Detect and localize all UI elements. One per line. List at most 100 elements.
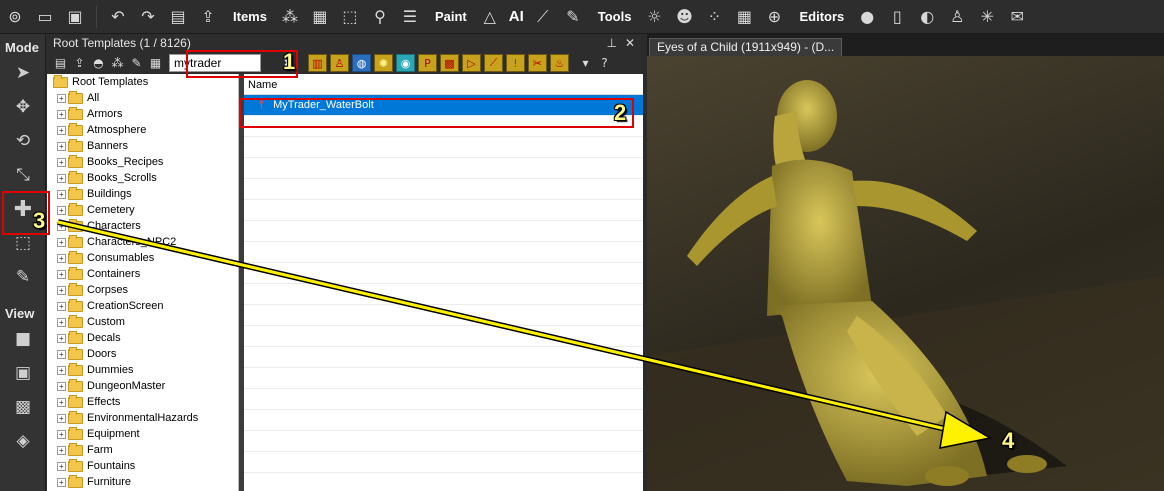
rotate-icon[interactable]: ⟲ bbox=[0, 124, 46, 158]
projectile-filter-icon[interactable]: P bbox=[418, 54, 437, 72]
characters-filter-icon[interactable]: ♙ bbox=[330, 54, 349, 72]
sun-icon[interactable]: ☼ bbox=[641, 4, 667, 30]
expand-icon[interactable]: + bbox=[57, 109, 66, 119]
tree-item[interactable]: + Characters_NPC2 bbox=[47, 234, 238, 250]
surface-filter-icon[interactable]: ✂ bbox=[528, 54, 547, 72]
expand-icon[interactable]: + bbox=[57, 269, 66, 279]
film-strip-icon[interactable]: ▦ bbox=[307, 4, 333, 30]
tools-menu[interactable]: Tools bbox=[598, 9, 632, 24]
tree-item[interactable]: + All bbox=[47, 90, 238, 106]
chat-icon[interactable]: ✉ bbox=[1004, 4, 1030, 30]
pin-icon[interactable]: ⊥ bbox=[606, 36, 616, 50]
tree-item[interactable]: + EnvironmentalHazards bbox=[47, 410, 238, 426]
tree-item[interactable]: + Atmosphere bbox=[47, 122, 238, 138]
molecule-icon[interactable]: ⁂ bbox=[108, 54, 127, 72]
scale-icon[interactable]: ⤡ bbox=[0, 158, 46, 192]
tree-item[interactable]: + Equipment bbox=[47, 426, 238, 442]
options-icon[interactable]: ▾ bbox=[576, 54, 595, 72]
crosshair-icon[interactable]: ⊕ bbox=[761, 4, 787, 30]
select-icon[interactable]: ➤ bbox=[0, 56, 46, 90]
expand-icon[interactable]: + bbox=[57, 381, 66, 391]
items-filter-icon[interactable]: ▥ bbox=[308, 54, 327, 72]
film-icon[interactable]: ▣ bbox=[62, 4, 88, 30]
expand-icon[interactable]: + bbox=[57, 477, 66, 487]
expand-icon[interactable]: + bbox=[57, 221, 66, 231]
tree-item[interactable]: + Cemetery bbox=[47, 202, 238, 218]
level-filter-icon[interactable]: ! bbox=[506, 54, 525, 72]
trigger-filter-icon[interactable]: ◉ bbox=[396, 54, 415, 72]
wire-cube-icon[interactable]: ▣ bbox=[0, 356, 46, 390]
tree-item[interactable]: + Consumables bbox=[47, 250, 238, 266]
tree-item[interactable]: + Books_Scrolls bbox=[47, 170, 238, 186]
dancer-icon[interactable]: ♙ bbox=[944, 4, 970, 30]
gamepad-icon[interactable]: ⊚ bbox=[2, 4, 28, 30]
export-icon[interactable]: ⇪ bbox=[195, 4, 221, 30]
items-menu[interactable]: Items bbox=[233, 9, 267, 24]
molecule-icon[interactable]: ⁂ bbox=[277, 4, 303, 30]
tree-item[interactable]: + Decals bbox=[47, 330, 238, 346]
expand-icon[interactable]: + bbox=[57, 461, 66, 471]
save-icon[interactable]: ▤ bbox=[51, 54, 70, 72]
search-icon[interactable]: ⚲ bbox=[367, 4, 393, 30]
expand-icon[interactable]: + bbox=[57, 365, 66, 375]
contrast-icon[interactable]: ◐ bbox=[914, 4, 940, 30]
edit-icon[interactable]: ✎ bbox=[0, 260, 46, 294]
expand-icon[interactable]: + bbox=[57, 141, 66, 151]
expand-icon[interactable]: + bbox=[57, 317, 66, 327]
expand-icon[interactable]: + bbox=[57, 301, 66, 311]
editors-menu[interactable]: Editors bbox=[799, 9, 844, 24]
texture-cube-icon[interactable]: ▩ bbox=[0, 390, 46, 424]
select-area-icon[interactable]: ⬚ bbox=[337, 4, 363, 30]
sphere-icon[interactable]: ● bbox=[854, 4, 880, 30]
tree-item[interactable]: + Farm bbox=[47, 442, 238, 458]
viewport-tab[interactable]: Eyes of a Child (1911x949) - (D... bbox=[649, 38, 843, 56]
tree-item[interactable]: + Characters bbox=[47, 218, 238, 234]
wrench-icon[interactable]: ✎ bbox=[127, 54, 146, 72]
expand-icon[interactable]: + bbox=[57, 429, 66, 439]
expand-icon[interactable]: + bbox=[57, 445, 66, 455]
column-header-name[interactable]: Name bbox=[244, 74, 643, 95]
burst-icon[interactable]: ✳ bbox=[974, 4, 1000, 30]
tree-item[interactable]: + Doors bbox=[47, 346, 238, 362]
export-icon[interactable]: ⇪ bbox=[70, 54, 89, 72]
expand-icon[interactable]: + bbox=[57, 253, 66, 263]
expand-icon[interactable]: + bbox=[57, 237, 66, 247]
expand-icon[interactable]: + bbox=[57, 285, 66, 295]
redo-icon[interactable]: ↷ bbox=[135, 4, 161, 30]
tree-item[interactable]: + Effects bbox=[47, 394, 238, 410]
camera-icon[interactable]: ▭ bbox=[32, 4, 58, 30]
solid-cube-icon[interactable]: ■ bbox=[0, 322, 46, 356]
tree-item[interactable]: + CreationScreen bbox=[47, 298, 238, 314]
lighting-cube-icon[interactable]: ◈ bbox=[0, 424, 46, 458]
expand-icon[interactable]: + bbox=[57, 93, 66, 103]
terrain-icon[interactable]: △ bbox=[477, 4, 503, 30]
expand-icon[interactable]: + bbox=[57, 157, 66, 167]
expand-icon[interactable]: + bbox=[57, 333, 66, 343]
fire-filter-icon[interactable]: ♨ bbox=[550, 54, 569, 72]
tree-item[interactable]: + Buildings bbox=[47, 186, 238, 202]
atmosphere-filter-icon[interactable]: ◍ bbox=[352, 54, 371, 72]
expand-icon[interactable]: + bbox=[57, 125, 66, 135]
ai-path-icon[interactable]: ⟋ bbox=[530, 4, 556, 30]
scene-render[interactable] bbox=[647, 56, 1164, 491]
brush-icon[interactable]: ✎ bbox=[560, 4, 586, 30]
grid-view-icon[interactable]: ▦ bbox=[146, 54, 165, 72]
lights-filter-icon[interactable]: ✺ bbox=[374, 54, 393, 72]
expand-icon[interactable]: + bbox=[57, 189, 66, 199]
tree-item[interactable]: + Furniture bbox=[47, 474, 238, 490]
tree-item[interactable]: + Containers bbox=[47, 266, 238, 282]
spline-filter-icon[interactable]: ⟋ bbox=[484, 54, 503, 72]
tree-item[interactable]: + Dummies bbox=[47, 362, 238, 378]
move-icon[interactable]: ✥ bbox=[0, 90, 46, 124]
expand-icon[interactable]: + bbox=[57, 173, 66, 183]
expand-icon[interactable]: + bbox=[57, 349, 66, 359]
decal-filter-icon[interactable]: ▷ bbox=[462, 54, 481, 72]
tree-item[interactable]: + Custom bbox=[47, 314, 238, 330]
ai-menu[interactable]: AI bbox=[509, 8, 524, 25]
tile-filter-icon[interactable]: ▩ bbox=[440, 54, 459, 72]
expand-icon[interactable]: + bbox=[57, 413, 66, 423]
tree-item[interactable]: + Armors bbox=[47, 106, 238, 122]
tree-item[interactable]: + Banners bbox=[47, 138, 238, 154]
bucket-icon[interactable]: ◓ bbox=[89, 54, 108, 72]
scatter-icon[interactable]: ⁘ bbox=[701, 4, 727, 30]
